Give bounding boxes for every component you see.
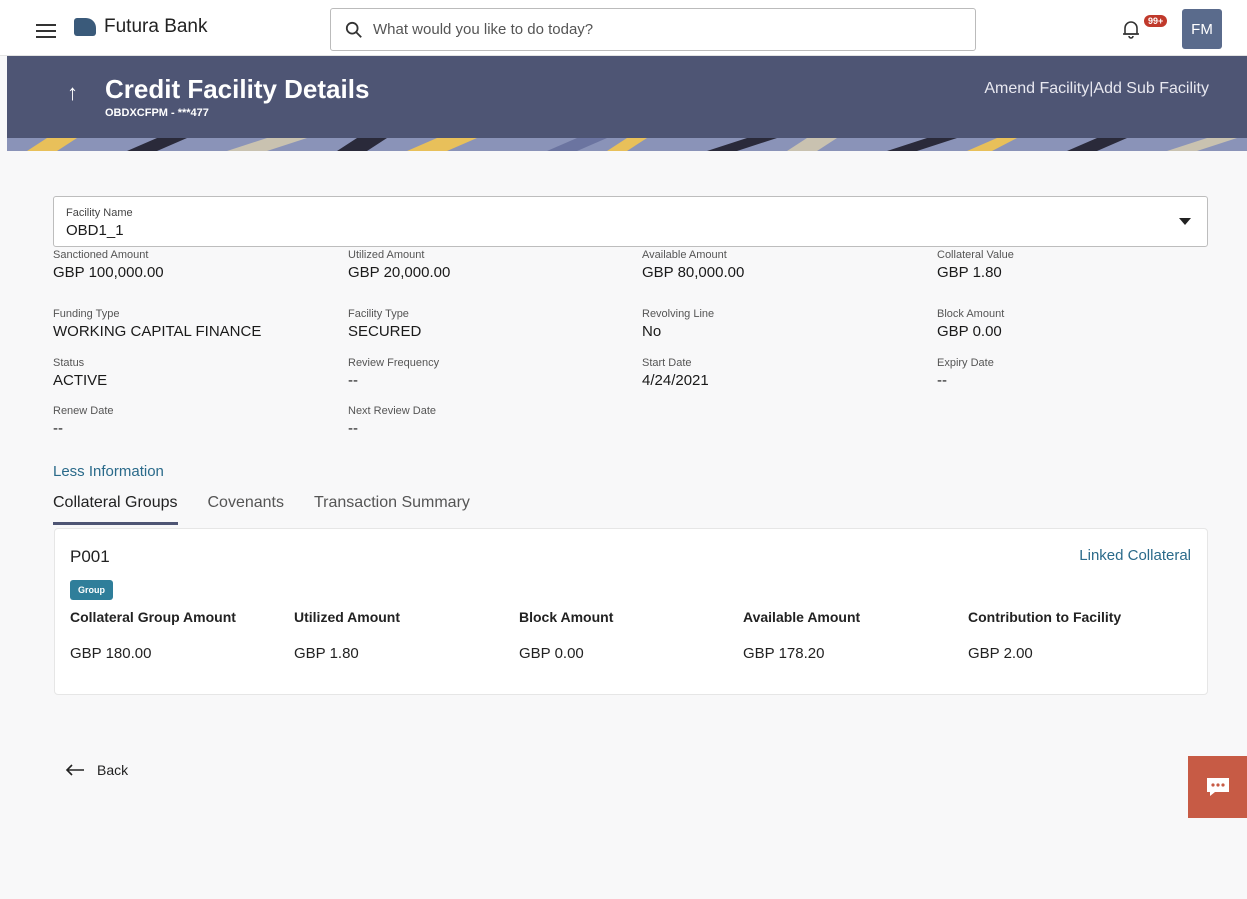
field-value: -- (937, 372, 947, 389)
search-bar[interactable] (330, 8, 976, 51)
column-header: Collateral Group Amount (70, 609, 236, 625)
banner-pattern (7, 138, 1247, 151)
avatar[interactable]: FM (1182, 9, 1222, 49)
field-label: Sanctioned Amount (53, 249, 149, 261)
group-title: P001 (70, 547, 110, 566)
field-label: Start Date (642, 357, 692, 369)
field-label: Review Frequency (348, 357, 440, 369)
detail-field: Collateral Value GBP 1.80 (937, 249, 1014, 281)
bank-logo-icon (74, 18, 96, 36)
detail-field: Sanctioned Amount GBP 100,000.00 (53, 249, 164, 281)
brand-name: Futura Bank (104, 16, 208, 37)
less-information-link[interactable]: Less Information (53, 463, 164, 480)
amend-facility-link[interactable]: Amend Facility (984, 80, 1089, 97)
detail-field: Facility Type SECURED (348, 308, 421, 340)
field-value: GBP 0.00 (937, 323, 1002, 340)
field-label: Utilized Amount (348, 249, 425, 261)
group-column: Available Amount GBP 178.20 (743, 609, 860, 662)
field-label: Collateral Value (937, 249, 1014, 261)
field-value: No (642, 323, 662, 340)
detail-field: Funding Type WORKING CAPITAL FINANCE (53, 308, 261, 340)
detail-field: Revolving Line No (642, 308, 714, 340)
field-value: GBP 80,000.00 (642, 264, 745, 281)
brand[interactable]: Futura Bank (74, 16, 208, 38)
column-header: Contribution to Facility (968, 609, 1122, 625)
field-value: -- (53, 420, 63, 437)
field-label: Revolving Line (642, 308, 715, 320)
field-value: -- (348, 372, 358, 389)
field-value: 4/24/2021 (642, 372, 709, 389)
field-label: Renew Date (53, 405, 114, 417)
linked-collateral-link[interactable]: Linked Collateral (1079, 547, 1191, 564)
notification-badge: 99+ (1144, 15, 1168, 27)
page-header-banner: ↑ Credit Facility Details OBDXCFPM - ***… (7, 56, 1247, 151)
field-label: Available Amount (642, 249, 727, 261)
arrow-left-icon (65, 764, 84, 776)
group-column: Block Amount GBP 0.00 (519, 609, 613, 662)
field-value: WORKING CAPITAL FINANCE (53, 323, 262, 340)
detail-field: Utilized Amount GBP 20,000.00 (348, 249, 450, 281)
field-value: ACTIVE (53, 372, 108, 389)
field-label: Expiry Date (937, 357, 994, 369)
detail-field: Expiry Date -- (937, 357, 994, 389)
detail-field: Renew Date -- (53, 405, 114, 437)
column-header: Available Amount (743, 609, 861, 625)
search-icon (345, 21, 362, 38)
search-input[interactable] (373, 21, 953, 38)
field-label: Status (53, 357, 85, 369)
field-label: Funding Type (53, 308, 120, 320)
tab-collateral-groups[interactable]: Collateral Groups (53, 494, 178, 525)
detail-field: Available Amount GBP 80,000.00 (642, 249, 744, 281)
account-number: OBDXCFPM - ***477 (105, 107, 209, 119)
group-column: Collateral Group Amount GBP 180.00 (70, 609, 236, 662)
group-column: Contribution to Facility GBP 2.00 (968, 609, 1121, 662)
field-value: -- (348, 420, 358, 437)
detail-field: Review Frequency -- (348, 357, 439, 389)
column-value: GBP 1.80 (294, 645, 359, 662)
add-sub-facility-link[interactable]: Add Sub Facility (1093, 80, 1209, 97)
group-column: Utilized Amount GBP 1.80 (294, 609, 400, 662)
page-title: Credit Facility Details (105, 74, 370, 104)
detail-field: Block Amount GBP 0.00 (937, 308, 1004, 340)
column-header: Block Amount (519, 609, 614, 625)
facility-name-label: Facility Name (66, 207, 133, 219)
collateral-group-card: P001 Linked Collateral Group Collateral … (54, 528, 1208, 695)
detail-field: Start Date 4/24/2021 (642, 357, 709, 389)
column-header: Utilized Amount (294, 609, 401, 625)
detail-field: Next Review Date -- (348, 405, 436, 437)
tab-transaction-summary[interactable]: Transaction Summary (314, 494, 470, 525)
column-value: GBP 180.00 (70, 645, 152, 662)
chevron-down-icon (1179, 218, 1191, 225)
notification-bell-icon[interactable] (1120, 18, 1142, 40)
up-arrow-icon[interactable]: ↑ (67, 80, 78, 106)
field-label: Next Review Date (348, 405, 437, 417)
header-actions: Amend Facility|Add Sub Facility (984, 80, 1209, 98)
back-label: Back (97, 762, 129, 778)
field-label: Facility Type (348, 308, 409, 320)
facility-name-value: OBD1_1 (66, 222, 124, 239)
back-button[interactable]: Back (65, 762, 128, 778)
column-value: GBP 0.00 (519, 645, 584, 662)
facility-name-select[interactable]: Facility Name OBD1_1 (53, 196, 1208, 247)
tab-bar: Collateral Groups Covenants Transaction … (53, 494, 500, 525)
chat-button[interactable] (1188, 756, 1247, 818)
field-label: Block Amount (937, 308, 1005, 320)
chat-icon (1206, 778, 1229, 796)
group-badge: Group (70, 580, 113, 600)
field-value: GBP 100,000.00 (53, 264, 164, 281)
field-value: GBP 20,000.00 (348, 264, 451, 281)
top-bar: Futura Bank 99+ FM (0, 0, 1247, 56)
detail-field: Status ACTIVE (53, 357, 107, 389)
menu-icon[interactable] (36, 24, 56, 38)
tab-covenants[interactable]: Covenants (208, 494, 285, 525)
column-value: GBP 178.20 (743, 645, 825, 662)
field-value: SECURED (348, 323, 422, 340)
field-value: GBP 1.80 (937, 264, 1002, 281)
column-value: GBP 2.00 (968, 645, 1033, 662)
